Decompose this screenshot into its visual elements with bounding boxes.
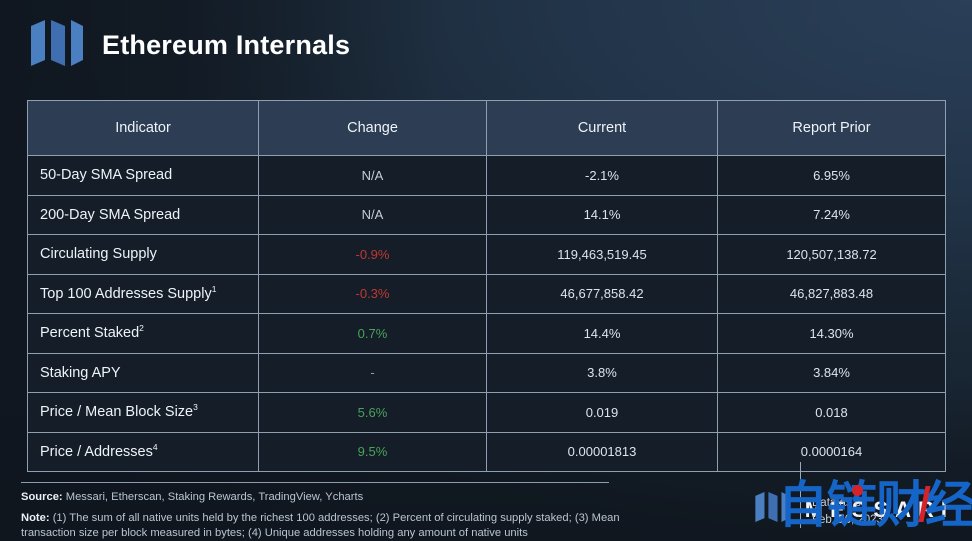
footnote-marker: 3 xyxy=(193,402,198,413)
cell-change: 0.7% xyxy=(258,313,487,354)
note-label: Note: xyxy=(21,511,50,524)
cell-change: -0.9% xyxy=(258,234,487,275)
cell-report-prior: 6.95% xyxy=(717,155,946,196)
cell-current: 0.019 xyxy=(486,392,718,433)
cell-report-prior: 3.84% xyxy=(717,352,946,393)
cell-current: 0.00001813 xyxy=(486,431,718,472)
cell-indicator: Top 100 Addresses Supply1 xyxy=(27,273,259,314)
cell-change: 9.5% xyxy=(258,431,487,472)
table-header-row: Indicator Change Current Report Prior xyxy=(27,100,946,156)
table-row: Percent Staked2 0.7% 14.4% 14.30% xyxy=(27,313,946,354)
table-row: Price / Addresses4 9.5% 0.00001813 0.000016… xyxy=(27,431,946,472)
source-line: Source: Messari, Etherscan, Staking Rewa… xyxy=(21,490,621,506)
cell-report-prior: 7.24% xyxy=(717,194,946,235)
source-text: Messari, Etherscan, Staking Rewards, Tra… xyxy=(65,491,364,503)
cell-change: - xyxy=(258,352,487,393)
column-header-indicator[interactable]: Indicator xyxy=(27,100,259,156)
table-row: Staking APY -3.8% 3.84% xyxy=(27,352,946,393)
cell-current: 14.1% xyxy=(486,194,718,235)
cell-indicator: Circulating Supply xyxy=(27,234,259,275)
cell-indicator: 200-Day SMA Spread xyxy=(27,194,259,235)
cell-change: -0.3% xyxy=(258,273,487,314)
data-as-of-value: Feb. 16, 2023 xyxy=(812,514,883,526)
data-as-of-block: Data as of Feb. 16, 2023 xyxy=(812,495,883,529)
cell-report-prior: 14.30% xyxy=(717,313,946,354)
cell-report-prior: 0.0000164 xyxy=(717,431,946,472)
cell-current: -2.1% xyxy=(486,155,718,196)
slide-header: Ethereum Internals xyxy=(27,20,350,71)
table-row: 200-Day SMA Spread N/A 14.1% 7.24% xyxy=(27,194,946,235)
cell-report-prior: 46,827,883.48 xyxy=(717,273,946,314)
cell-current: 119,463,519.45 xyxy=(486,234,718,275)
table-row: Price / Mean Block Size3 5.6% 0.019 0.018 xyxy=(27,392,946,433)
footnote-marker: 4 xyxy=(152,441,158,452)
table-row: Circulating Supply -0.9% 119,463,519.45 120… xyxy=(27,234,946,275)
source-label: Source: xyxy=(21,491,63,503)
cell-change: 5.6% xyxy=(258,392,487,433)
messari-logo-icon xyxy=(27,20,83,71)
cell-report-prior: 0.018 xyxy=(717,392,946,433)
footer-divider xyxy=(21,482,609,483)
slide-root: Ethereum Internals Indicator Change Curr… xyxy=(0,0,972,541)
footnotes: Source: Messari, Etherscan, Staking Rewa… xyxy=(21,490,621,541)
cell-indicator: 50-Day SMA Spread xyxy=(27,155,259,196)
column-header-change[interactable]: Change xyxy=(258,100,487,156)
metrics-table-container: Indicator Change Current Report Prior 50… xyxy=(27,100,946,472)
cell-change: N/A xyxy=(258,155,487,196)
cell-change: N/A xyxy=(258,194,487,235)
table-row: Top 100 Addresses Supply1 -0.3% 46,677,858… xyxy=(27,273,946,314)
column-header-current[interactable]: Current xyxy=(486,100,718,156)
metrics-table-body: 50-Day SMA Spread N/A -2.1% 6.95% 200-Day SM… xyxy=(27,155,946,472)
cell-current: 14.4% xyxy=(486,313,718,354)
cell-current: 46,677,858.42 xyxy=(486,273,718,314)
cell-indicator: Price / Mean Block Size3 xyxy=(27,392,259,433)
table-row: 50-Day SMA Spread N/A -2.1% 6.95% xyxy=(27,155,946,196)
cell-report-prior: 120,507,138.72 xyxy=(717,234,946,275)
note-text: (1) The sum of all native units held by … xyxy=(21,511,620,540)
note-line: Note: (1) The sum of all native units he… xyxy=(21,511,621,541)
data-as-of-label: Data as of xyxy=(812,497,865,509)
footnote-marker: 2 xyxy=(139,323,144,334)
cell-indicator: Staking APY xyxy=(27,352,259,393)
footnote-marker: 1 xyxy=(211,283,217,294)
page-title: Ethereum Internals xyxy=(102,30,351,60)
metrics-table: Indicator Change Current Report Prior 50… xyxy=(27,100,946,472)
cell-indicator: Percent Staked2 xyxy=(27,313,259,354)
cell-current: 3.8% xyxy=(486,352,718,393)
cell-indicator: Price / Addresses4 xyxy=(27,431,259,472)
column-header-report-prior[interactable]: Report Prior xyxy=(717,100,946,156)
messari-footer-logo-icon xyxy=(751,492,791,527)
